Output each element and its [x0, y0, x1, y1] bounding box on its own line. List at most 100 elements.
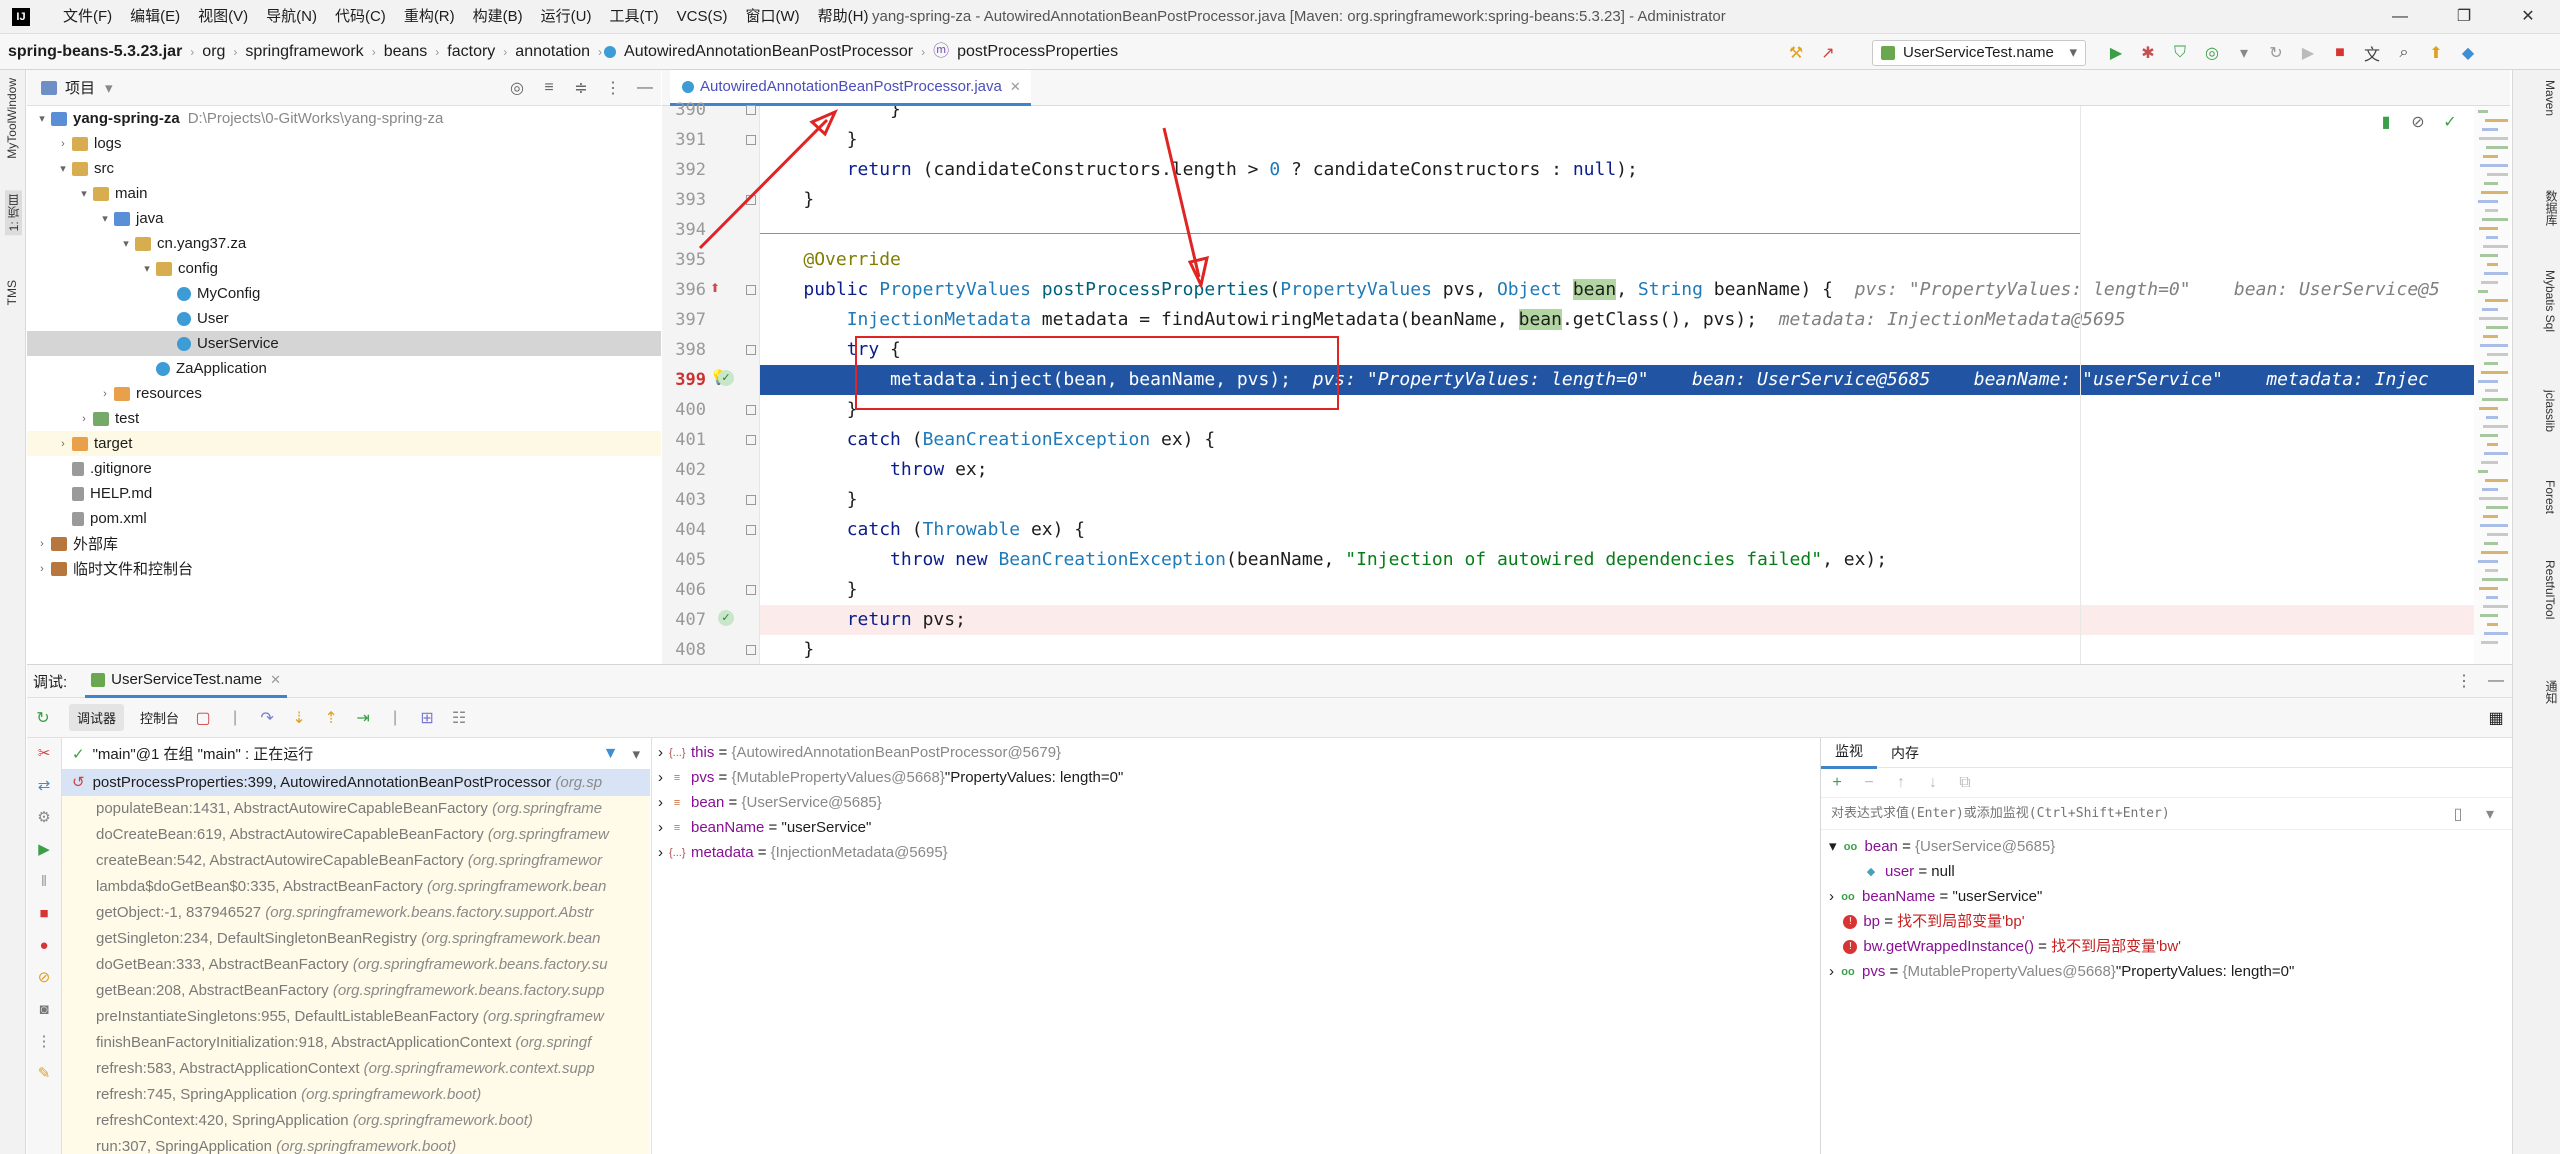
rerun-icon[interactable]: ↻: [2266, 43, 2286, 63]
remove-watch-icon[interactable]: −: [1859, 773, 1879, 793]
code-line[interactable]: public PropertyValues postProcessPropert…: [760, 275, 2474, 305]
breadcrumb-class[interactable]: AutowiredAnnotationBeanPostProcessor: [622, 34, 921, 70]
code-line[interactable]: }: [760, 485, 2474, 515]
tree-item[interactable]: › 临时文件和控制台: [27, 556, 661, 581]
tree-item[interactable]: User: [27, 306, 661, 331]
code-line[interactable]: return (candidateConstructors.length > 0…: [760, 155, 2474, 185]
menu-file[interactable]: 文件(F): [54, 0, 121, 34]
menu-window[interactable]: 窗口(W): [736, 0, 808, 34]
tree-item[interactable]: › logs: [27, 131, 661, 156]
tree-item[interactable]: ▾ config: [27, 256, 661, 281]
run-icon[interactable]: ▶: [2106, 43, 2126, 63]
step-into-icon[interactable]: ⇣: [289, 708, 309, 728]
code-line[interactable]: metadata.inject(bean, beanName, pvs); pv…: [760, 365, 2474, 395]
stack-frame[interactable]: finishBeanFactoryInitialization:918, Abs…: [62, 1030, 650, 1056]
breadcrumb-springframework[interactable]: springframework: [237, 34, 371, 70]
editor-tab[interactable]: AutowiredAnnotationBeanPostProcessor.jav…: [670, 70, 1031, 106]
expand-icon[interactable]: ›: [658, 740, 663, 765]
tool-window-database[interactable]: 数据库: [2543, 190, 2560, 226]
stack-frame[interactable]: getObject:-1, 837946527 (org.springframe…: [62, 900, 650, 926]
debug-session-tab[interactable]: UserServiceTest.name: [111, 671, 262, 688]
code-line[interactable]: try {: [760, 335, 2474, 365]
check-icon[interactable]: ✓: [2440, 112, 2460, 132]
breadcrumb-method[interactable]: postProcessProperties: [957, 34, 1126, 70]
code-line[interactable]: @Override: [760, 245, 2474, 275]
options-icon[interactable]: ⋮: [2454, 671, 2474, 691]
step-out-icon[interactable]: ⇡: [321, 708, 341, 728]
run-configuration-select[interactable]: UserServiceTest.name ▾: [1872, 40, 2086, 66]
fold-marker-icon[interactable]: [746, 645, 756, 655]
fold-marker-icon[interactable]: [746, 435, 756, 445]
tab-memory[interactable]: 内存: [1877, 738, 1933, 768]
evaluate-icon[interactable]: ⊞: [417, 708, 437, 728]
stack-frame[interactable]: ↺ postProcessProperties:399, AutowiredAnn…: [62, 770, 650, 796]
profile-icon[interactable]: ◎: [2202, 43, 2222, 63]
bookmark-icon[interactable]: ▯: [2448, 804, 2468, 824]
debug-icon[interactable]: ✱: [2138, 43, 2158, 63]
move-up-icon[interactable]: ↑: [1891, 773, 1911, 793]
add-watch-icon[interactable]: +: [1827, 773, 1847, 793]
code-line[interactable]: catch (BeanCreationException ex) {: [760, 425, 2474, 455]
tab-debugger[interactable]: 调试器: [69, 704, 125, 731]
tree-expand-icon[interactable]: ▾: [140, 262, 154, 275]
locate-icon[interactable]: ◎: [507, 78, 527, 98]
fold-marker-icon[interactable]: [746, 345, 756, 355]
expand-icon[interactable]: ›: [658, 765, 663, 790]
tree-item[interactable]: ZaApplication: [27, 356, 661, 381]
tree-item[interactable]: › target: [27, 431, 661, 456]
move-down-icon[interactable]: ↓: [1923, 773, 1943, 793]
menu-code[interactable]: 代码(C): [326, 0, 395, 34]
tool-window-mytoolwindow[interactable]: MyToolWindow: [5, 78, 19, 159]
menu-vcs[interactable]: VCS(S): [668, 0, 737, 34]
attach-icon[interactable]: ▶: [2298, 43, 2318, 63]
expand-icon[interactable]: ›: [658, 815, 663, 840]
tree-expand-icon[interactable]: ›: [35, 538, 49, 550]
options-icon[interactable]: ⋮: [603, 78, 623, 98]
breakpoint-check-icon[interactable]: ✓: [718, 370, 734, 386]
tree-item[interactable]: pom.xml: [27, 506, 661, 531]
chevron-down-icon[interactable]: ▾: [1829, 834, 1837, 859]
tree-item[interactable]: UserService: [27, 331, 661, 356]
stack-frame[interactable]: createBean:542, AbstractAutowireCapableB…: [62, 848, 650, 874]
hide-icon[interactable]: —: [635, 78, 655, 98]
stack-frame[interactable]: run:307, SpringApplication (org.springfr…: [62, 1134, 650, 1154]
hide-icon[interactable]: —: [2486, 671, 2506, 691]
watch-row[interactable]: ◆ user = null: [1821, 859, 2512, 884]
menu-navigate[interactable]: 导航(N): [257, 0, 326, 34]
tab-console[interactable]: 控制台: [132, 704, 187, 731]
tree-item[interactable]: › resources: [27, 381, 661, 406]
camera-icon[interactable]: ◙: [27, 994, 61, 1026]
stack-frame[interactable]: doGetBean:333, AbstractBeanFactory (org.…: [62, 952, 650, 978]
watch-row[interactable]: › oo pvs = {MutablePropertyValues@5668} "P…: [1821, 959, 2512, 984]
menu-run[interactable]: 运行(U): [532, 0, 601, 34]
collapse-all-icon[interactable]: ≑: [571, 78, 591, 98]
breadcrumb-org[interactable]: org: [194, 34, 233, 70]
watch-row[interactable]: ▾ oo bean = {UserService@5685}: [1821, 834, 2512, 859]
variable-row[interactable]: › {...} metadata = {InjectionMetadata@5695…: [652, 840, 1819, 865]
fold-marker-icon[interactable]: [746, 585, 756, 595]
code-editor[interactable]: } } return (candidateConstructors.length…: [760, 106, 2474, 664]
step-over-icon[interactable]: ↷: [257, 708, 277, 728]
pause-icon[interactable]: ‖: [27, 866, 61, 898]
code-line[interactable]: throw ex;: [760, 455, 2474, 485]
stack-frame[interactable]: refresh:745, SpringApplication (org.spri…: [62, 1082, 650, 1108]
tab-watches[interactable]: 监视: [1821, 736, 1877, 769]
resume-icon[interactable]: ▶: [27, 834, 61, 866]
fold-marker-icon[interactable]: [746, 405, 756, 415]
hide-annotations-icon[interactable]: ⊘: [2408, 112, 2428, 132]
stack-frame[interactable]: getSingleton:234, DefaultSingletonBeanRe…: [62, 926, 650, 952]
tool-window-restfultool[interactable]: RestfulTool: [2543, 560, 2557, 619]
tree-expand-icon[interactable]: ▾: [35, 112, 49, 125]
variable-row[interactable]: › {...} this = {AutowiredAnnotationBeanPos…: [652, 740, 1819, 765]
reader-mode-icon[interactable]: ▮: [2376, 112, 2396, 132]
tool-window-maven[interactable]: Maven: [2543, 80, 2557, 116]
restore-icon[interactable]: ❐: [2432, 0, 2496, 34]
stack-frame[interactable]: doCreateBean:619, AbstractAutowireCapabl…: [62, 822, 650, 848]
more-run-icon[interactable]: ▾: [2234, 43, 2254, 63]
stop-icon[interactable]: ■: [2330, 43, 2350, 63]
tool-window-forest[interactable]: Forest: [2543, 480, 2557, 514]
code-line[interactable]: }: [760, 575, 2474, 605]
expand-icon[interactable]: ›: [658, 840, 663, 865]
duplicate-icon[interactable]: ⧉: [1955, 773, 1975, 793]
run-to-cursor-icon[interactable]: ⇥: [353, 708, 373, 728]
